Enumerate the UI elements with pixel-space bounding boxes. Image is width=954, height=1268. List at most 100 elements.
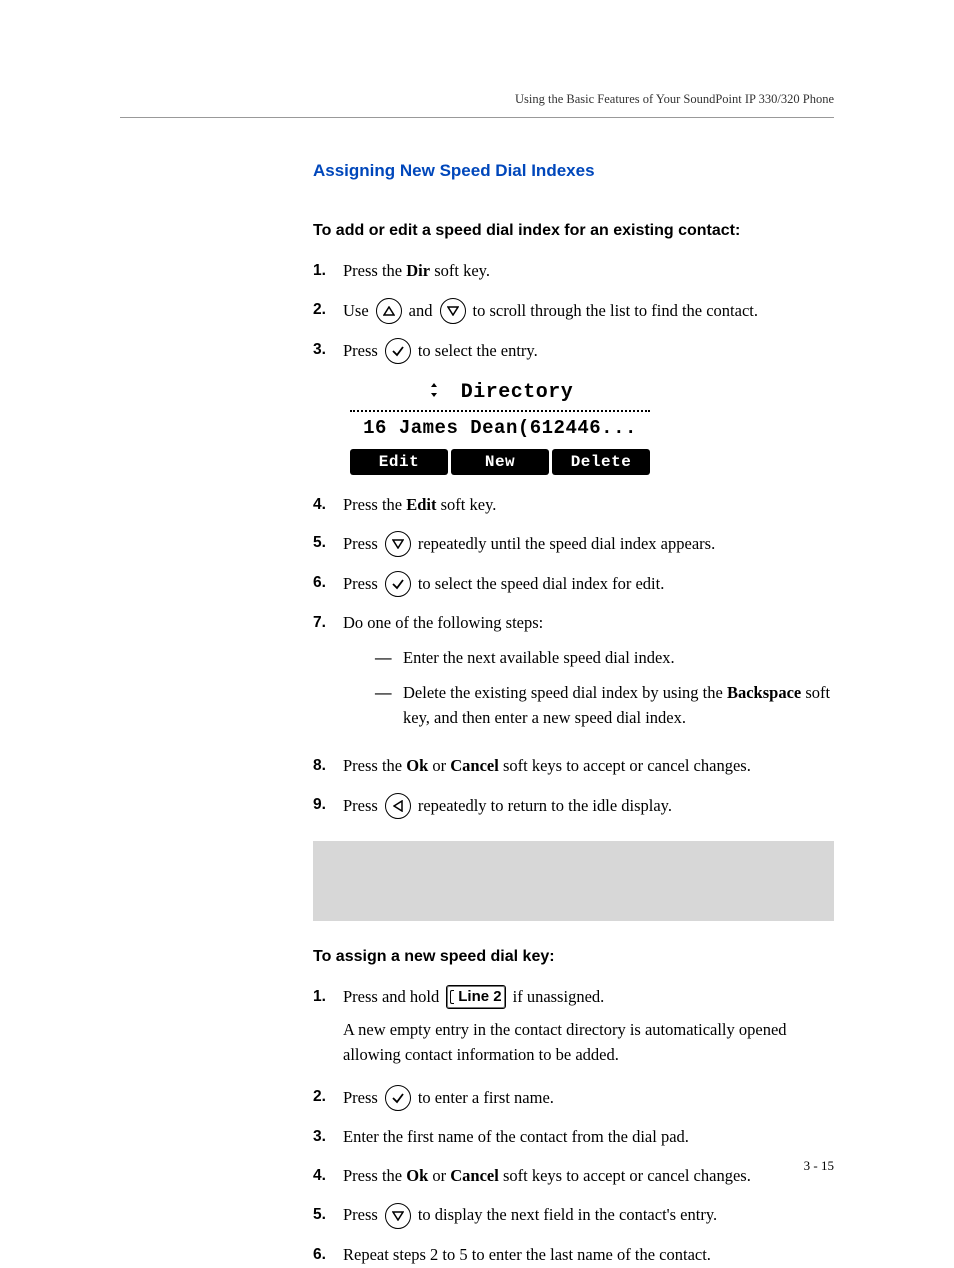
sub-item: — Enter the next available speed dial in… xyxy=(375,646,834,671)
text: repeatedly to return to the idle display… xyxy=(418,794,672,819)
dash-bullet: — xyxy=(375,681,403,731)
text: Press xyxy=(343,532,378,557)
text: or xyxy=(428,1166,450,1185)
softkey-name: Ok xyxy=(406,1166,428,1185)
text: or xyxy=(428,756,450,775)
step-body: Press to enter a first name. xyxy=(343,1085,834,1111)
text: Press the xyxy=(343,756,406,775)
line2-key-icon: Line 2 xyxy=(446,985,505,1009)
text: Delete the existing speed dial index by … xyxy=(403,681,834,731)
step-b3: 3. Enter the first name of the contact f… xyxy=(313,1125,834,1150)
step-number: 4. xyxy=(313,493,343,516)
step-2: 2. Use and to scroll through the list to… xyxy=(313,298,834,324)
procedure-1-list-cont: 4. Press the Edit soft key. 5. Press rep… xyxy=(313,493,834,820)
softkey-name: Cancel xyxy=(450,1166,499,1185)
left-arrow-icon xyxy=(385,793,411,819)
text: Press the xyxy=(343,495,406,514)
text: soft key. xyxy=(437,495,497,514)
step-number: 4. xyxy=(313,1164,343,1187)
text: Enter the next available speed dial inde… xyxy=(403,646,675,671)
softkey-name: Edit xyxy=(406,495,436,514)
down-arrow-icon xyxy=(385,531,411,557)
dash-bullet: — xyxy=(375,646,403,671)
check-icon xyxy=(385,571,411,597)
step-4: 4. Press the Edit soft key. xyxy=(313,493,834,518)
text: Press xyxy=(343,794,378,819)
step-b1: 1. Press and hold Line 2 if unassigned. … xyxy=(313,985,834,1071)
check-icon xyxy=(385,338,411,364)
softkey-name: Backspace xyxy=(727,683,801,702)
softkey-new: New xyxy=(451,449,549,475)
down-arrow-icon xyxy=(385,1203,411,1229)
softkey-name: Cancel xyxy=(450,756,499,775)
text: Press xyxy=(343,1086,378,1111)
note-block xyxy=(313,841,834,921)
step-body: Use and to scroll through the list to fi… xyxy=(343,298,834,324)
step-7: 7. Do one of the following steps: — Ente… xyxy=(313,611,834,740)
step-5: 5. Press repeatedly until the speed dial… xyxy=(313,531,834,557)
step-number: 3. xyxy=(313,338,343,361)
step-number: 3. xyxy=(313,1125,343,1148)
step-number: 2. xyxy=(313,298,343,321)
text: to select the entry. xyxy=(418,339,538,364)
step-body: Press to display the next field in the c… xyxy=(343,1203,834,1229)
procedure-heading-1: To add or edit a speed dial index for an… xyxy=(313,219,834,243)
step-number: 8. xyxy=(313,754,343,777)
screen-title: Directory xyxy=(461,378,574,408)
check-icon xyxy=(385,1085,411,1111)
procedure-2-list: 1. Press and hold Line 2 if unassigned. … xyxy=(313,985,834,1268)
step-number: 6. xyxy=(313,571,343,594)
text: soft keys to accept or cancel changes. xyxy=(499,1166,751,1185)
step-9: 9. Press repeatedly to return to the idl… xyxy=(313,793,834,819)
step-b6: 6. Repeat steps 2 to 5 to enter the last… xyxy=(313,1243,834,1268)
step-body: Press repeatedly to return to the idle d… xyxy=(343,793,834,819)
down-arrow-icon xyxy=(440,298,466,324)
step-body: Press repeatedly until the speed dial in… xyxy=(343,531,834,557)
text: Press the xyxy=(343,261,406,280)
step-number: 2. xyxy=(313,1085,343,1108)
text: soft keys to accept or cancel changes. xyxy=(499,756,751,775)
text: Do one of the following steps: xyxy=(343,613,543,632)
step-number: 5. xyxy=(313,531,343,554)
step-number: 1. xyxy=(313,259,343,282)
text: and xyxy=(409,299,433,324)
sub-item: — Delete the existing speed dial index b… xyxy=(375,681,834,731)
text: Press the xyxy=(343,1166,406,1185)
text: repeatedly until the speed dial index ap… xyxy=(418,532,715,557)
step-body: Press the Dir soft key. xyxy=(343,259,834,284)
step-body: Press to select the entry. xyxy=(343,338,834,364)
step-number: 9. xyxy=(313,793,343,816)
text: Press xyxy=(343,339,378,364)
text: to select the speed dial index for edit. xyxy=(418,572,665,597)
step-body: Press to select the speed dial index for… xyxy=(343,571,834,597)
page-number: 3 - 15 xyxy=(804,1156,834,1176)
text: if unassigned. xyxy=(513,985,605,1010)
text: to enter a first name. xyxy=(418,1086,554,1111)
step-number: 7. xyxy=(313,611,343,634)
text: Press xyxy=(343,572,378,597)
paragraph: A new empty entry in the contact directo… xyxy=(343,1018,834,1068)
softkey-delete: Delete xyxy=(552,449,650,475)
scroll-arrows-icon xyxy=(427,378,441,408)
procedure-heading-2: To assign a new speed dial key: xyxy=(313,945,834,969)
step-body: Do one of the following steps: — Enter t… xyxy=(343,611,834,740)
softkey-name: Ok xyxy=(406,756,428,775)
step-b2: 2. Press to enter a first name. xyxy=(313,1085,834,1111)
text: to scroll through the list to find the c… xyxy=(473,299,759,324)
phone-screen-illustration: Directory 16 James Dean(612446... Edit N… xyxy=(350,378,650,475)
sub-list: — Enter the next available speed dial in… xyxy=(375,646,834,730)
text: to display the next field in the contact… xyxy=(418,1203,717,1228)
step-number: 1. xyxy=(313,985,343,1008)
step-number: 5. xyxy=(313,1203,343,1226)
up-arrow-icon xyxy=(376,298,402,324)
section-title: Assigning New Speed Dial Indexes xyxy=(313,158,834,184)
step-body: Press the Edit soft key. xyxy=(343,493,834,518)
step-number: 6. xyxy=(313,1243,343,1266)
softkey-row: Edit New Delete xyxy=(350,449,650,475)
softkey-name: Dir xyxy=(406,261,430,280)
step-1: 1. Press the Dir soft key. xyxy=(313,259,834,284)
softkey-edit: Edit xyxy=(350,449,448,475)
step-b5: 5. Press to display the next field in th… xyxy=(313,1203,834,1229)
step-body: Repeat steps 2 to 5 to enter the last na… xyxy=(343,1243,834,1268)
step-body: Press the Ok or Cancel soft keys to acce… xyxy=(343,754,834,779)
